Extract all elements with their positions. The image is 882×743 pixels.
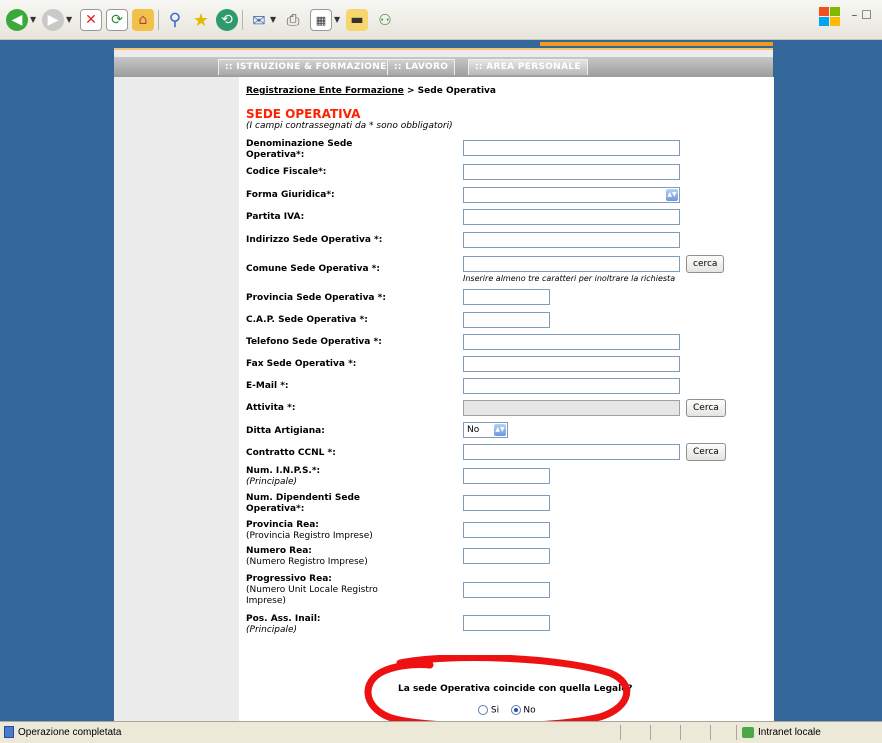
pos-inail-input[interactable] [463, 615, 550, 631]
section-title: SEDE OPERATIVA [246, 107, 361, 121]
comune-hint: Inserire almeno tre caratteri per inoltr… [463, 274, 676, 283]
label-fax: Fax Sede Operativa *: [246, 359, 357, 369]
select-arrow-icon: ▲▼ [666, 189, 678, 201]
email-input[interactable] [463, 378, 680, 394]
contratto-ccnl-input[interactable] [463, 444, 680, 460]
stop-icon[interactable]: ✕ [80, 9, 102, 31]
label-attivita: Attivita *: [246, 403, 296, 413]
search-icon[interactable]: ⚲ [164, 9, 186, 31]
provincia-input[interactable] [463, 289, 550, 305]
label-indirizzo: Indirizzo Sede Operativa *: [246, 235, 383, 245]
discuss-icon[interactable]: ▬ [346, 9, 368, 31]
pos-inail-label-text: Pos. Ass. Inail: [246, 614, 321, 624]
numero-rea-sub: (Numero Registro Imprese) [246, 557, 368, 567]
label-provincia: Provincia Sede Operativa *: [246, 293, 386, 303]
cap-input[interactable] [463, 312, 550, 328]
breadcrumb: Registrazione Ente Formazione > Sede Ope… [246, 86, 496, 96]
num-inps-sub: (Principale) [246, 477, 298, 487]
label-contratto-ccnl: Contratto CCNL *: [246, 448, 336, 458]
refresh-icon[interactable]: ⟳ [106, 9, 128, 31]
label-progressivo-rea: Progressivo Rea: (Numero Unit Locale Reg… [246, 574, 396, 607]
label-provincia-rea: Provincia Rea: (Provincia Registro Impre… [246, 520, 446, 542]
cerca-ccnl-button[interactable]: Cerca [686, 443, 726, 461]
progressivo-rea-input[interactable] [463, 582, 550, 598]
tab-area-personale[interactable]: :: AREA PERSONALE [468, 59, 588, 75]
print-icon[interactable]: ⎙ [282, 9, 304, 31]
breadcrumb-link[interactable]: Registrazione Ente Formazione [246, 86, 404, 96]
comune-input[interactable] [463, 256, 680, 272]
header-accent-line-light [114, 48, 773, 50]
label-partita-iva: Partita IVA: [246, 212, 305, 222]
label-pos-inail: Pos. Ass. Inail: (Principale) [246, 614, 446, 636]
progressivo-rea-sub: (Numero Unit Locale Registro Imprese) [246, 585, 378, 606]
numero-rea-input[interactable] [463, 548, 550, 564]
page-status-icon [4, 726, 14, 738]
label-telefono: Telefono Sede Operativa *: [246, 337, 382, 347]
ditta-artigiana-select[interactable]: No ▲▼ [463, 422, 508, 438]
cerca-comune-button[interactable]: cerca [686, 255, 725, 273]
home-icon[interactable]: ⌂ [132, 9, 154, 31]
label-numero-rea: Numero Rea: (Numero Registro Imprese) [246, 546, 446, 568]
back-icon[interactable]: ◀ [6, 9, 28, 31]
sede-legale-radio-group: Si No [478, 705, 536, 716]
tab-istruzione-formazione[interactable]: :: ISTRUZIONE & FORMAZIONE [218, 59, 394, 75]
provincia-rea-label-text: Provincia Rea: [246, 520, 319, 530]
status-text: Operazione completata [18, 727, 122, 738]
denominazione-input[interactable] [463, 140, 680, 156]
radio-no-label: No [523, 705, 536, 716]
window-controls[interactable]: – ☐ [851, 8, 872, 22]
label-cap: C.A.P. Sede Operativa *: [246, 315, 368, 325]
provincia-rea-input[interactable] [463, 522, 550, 538]
security-zone: Intranet locale [758, 727, 821, 738]
label-denominazione: Denominazione Sede Operativa*: [246, 139, 353, 160]
sede-legale-question: La sede Operativa coincide con quella Le… [398, 684, 633, 694]
partita-iva-input[interactable] [463, 209, 680, 225]
history-icon[interactable]: ⟲ [216, 9, 238, 31]
cerca-attivita-button[interactable]: Cerca [686, 399, 726, 417]
intranet-zone-icon [742, 727, 754, 738]
indirizzo-input[interactable] [463, 232, 680, 248]
header-accent-line [540, 42, 773, 46]
breadcrumb-current: Sede Operativa [417, 86, 496, 96]
forward-dropdown-icon[interactable]: ▼ [66, 15, 72, 24]
mail-icon[interactable]: ✉ [248, 9, 270, 31]
radio-si[interactable] [478, 705, 488, 715]
fax-input[interactable] [463, 356, 680, 372]
progressivo-rea-label-text: Progressivo Rea: [246, 574, 332, 584]
edit-icon[interactable]: ▦ [310, 9, 332, 31]
label-num-dipendenti: Num. Dipendenti Sede Operativa*: [246, 493, 360, 514]
edit-dropdown-icon[interactable]: ▼ [334, 15, 340, 24]
label-email: E-Mail *: [246, 381, 289, 391]
tab-lavoro[interactable]: :: LAVORO [387, 59, 456, 75]
messenger-icon[interactable]: ⚇ [374, 9, 396, 31]
num-dipendenti-input[interactable] [463, 495, 550, 511]
pos-inail-sub: (Principale) [246, 625, 298, 635]
ditta-artigiana-value: No [467, 425, 480, 435]
mail-dropdown-icon[interactable]: ▼ [270, 15, 276, 24]
codice-fiscale-input[interactable] [463, 164, 680, 180]
radio-si-label: Si [490, 705, 500, 716]
num-inps-input[interactable] [463, 468, 550, 484]
label-num-inps: Num. I.N.P.S.*: (Principale) [246, 466, 446, 488]
label-forma-giuridica: Forma Giuridica*: [246, 190, 335, 200]
browser-toolbar: ◀ ▼ ▶ ▼ ✕ ⟳ ⌂ ⚲ ★ ⟲ ✉ ▼ ⎙ ▦ ▼ ▬ ⚇ – ☐ [0, 0, 882, 40]
num-inps-label-text: Num. I.N.P.S.*: [246, 466, 321, 476]
status-bar: Operazione completata Intranet locale [0, 721, 882, 743]
label-codice-fiscale: Codice Fiscale*: [246, 167, 327, 177]
label-comune: Comune Sede Operativa *: [246, 264, 380, 274]
label-ditta-artigiana: Ditta Artigiana: [246, 426, 325, 436]
select-arrow-icon: ▲▼ [494, 424, 506, 436]
windows-logo-icon [818, 6, 842, 28]
provincia-rea-sub: (Provincia Registro Imprese) [246, 531, 373, 541]
attivita-input [463, 400, 680, 416]
required-note: (I campi contrassegnati da * sono obblig… [246, 121, 453, 131]
breadcrumb-separator: > [403, 86, 418, 96]
telefono-input[interactable] [463, 334, 680, 350]
forward-icon[interactable]: ▶ [42, 9, 64, 31]
back-dropdown-icon[interactable]: ▼ [30, 15, 36, 24]
favorites-icon[interactable]: ★ [190, 9, 212, 31]
numero-rea-label-text: Numero Rea: [246, 546, 312, 556]
radio-no[interactable] [510, 705, 521, 715]
forma-giuridica-select[interactable]: ▲▼ [463, 187, 680, 203]
